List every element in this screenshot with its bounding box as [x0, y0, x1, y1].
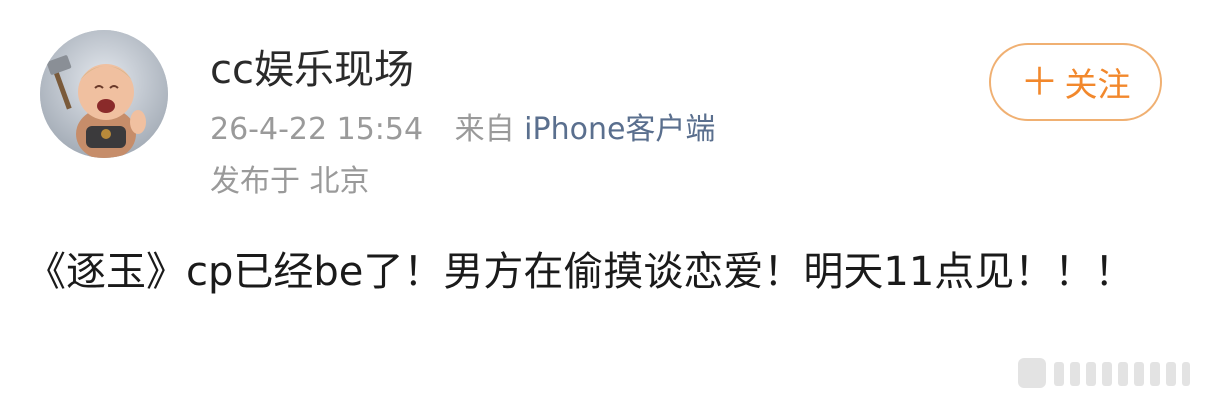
post-text: 《逐玉》cp已经be了！男方在偷摸谈恋爱！明天11点见！！！	[26, 249, 1135, 295]
weibo-post-card: cc娱乐现场 26-4-22 15:54 来自 iPhone客户端 发布于 北京…	[0, 0, 1206, 406]
source-device-link[interactable]: iPhone客户端	[524, 112, 715, 147]
post-location: 发布于 北京	[210, 164, 370, 199]
follow-button[interactable]: ＋ 关注	[989, 43, 1162, 121]
post-time: 26-4-22 15:54	[210, 112, 424, 147]
avatar[interactable]	[40, 30, 168, 158]
avatar-image	[40, 30, 168, 158]
username[interactable]: cc娱乐现场	[210, 42, 414, 98]
post-meta: 26-4-22 15:54 来自 iPhone客户端	[210, 108, 715, 152]
source-prefix: 来自	[454, 112, 515, 147]
follow-label: 关注	[1064, 65, 1131, 104]
watermark-icon	[1018, 358, 1190, 388]
plus-icon: ＋	[1020, 60, 1059, 104]
